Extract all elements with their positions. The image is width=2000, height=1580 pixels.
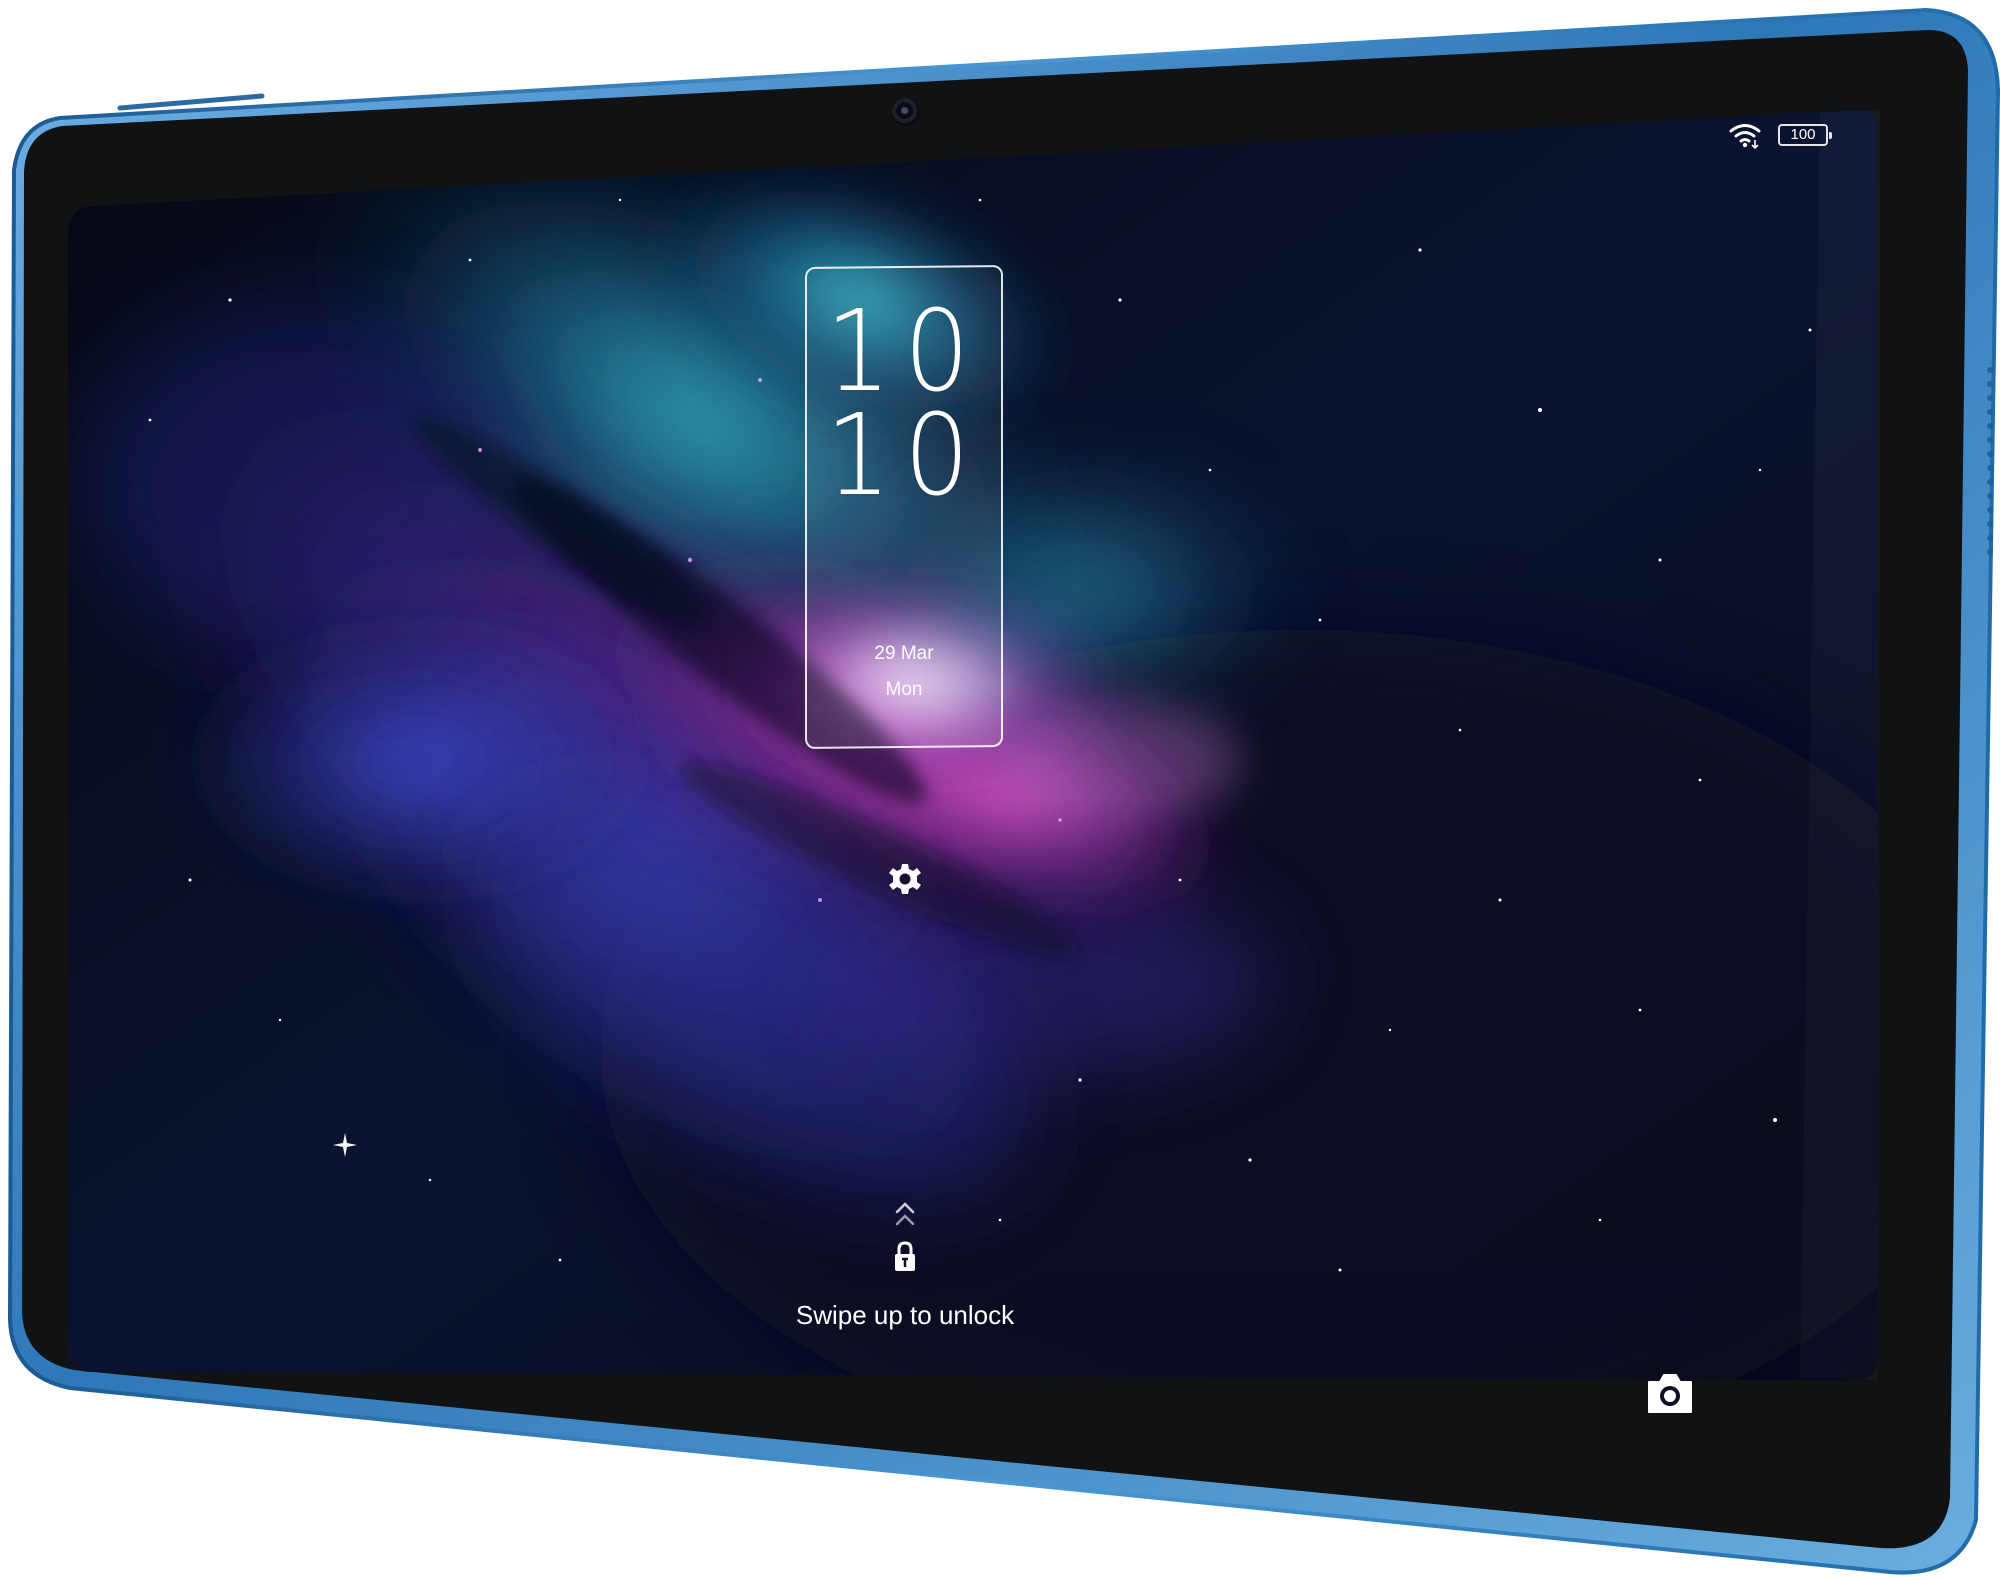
gear-icon[interactable] bbox=[888, 862, 922, 896]
battery-level: 100 bbox=[1790, 126, 1816, 143]
clock-time: 10 10 bbox=[805, 287, 1003, 521]
chevron-up-icon bbox=[893, 1200, 917, 1230]
clock-minutes: 10 bbox=[825, 391, 983, 521]
tablet-device: 100 10 10 29 Mar Mon Swipe up to unlock bbox=[0, 0, 2000, 1580]
clock-date-text: 29 Mar bbox=[874, 643, 934, 664]
wifi-icon bbox=[1728, 120, 1762, 150]
unlock-hint: Swipe up to unlock bbox=[795, 1300, 1015, 1330]
clock-weekday: Mon bbox=[885, 679, 923, 700]
battery-indicator: 100 bbox=[1778, 124, 1832, 146]
tablet-body bbox=[7, 7, 2000, 1575]
front-camera bbox=[892, 98, 920, 126]
camera-icon[interactable] bbox=[1645, 1370, 1695, 1416]
clock-date: 29 Mar Mon bbox=[805, 636, 1003, 708]
lock-screen-wallpaper bbox=[68, 109, 1878, 1380]
lock-icon[interactable] bbox=[892, 1240, 918, 1274]
clock-hours: 10 bbox=[825, 287, 983, 417]
